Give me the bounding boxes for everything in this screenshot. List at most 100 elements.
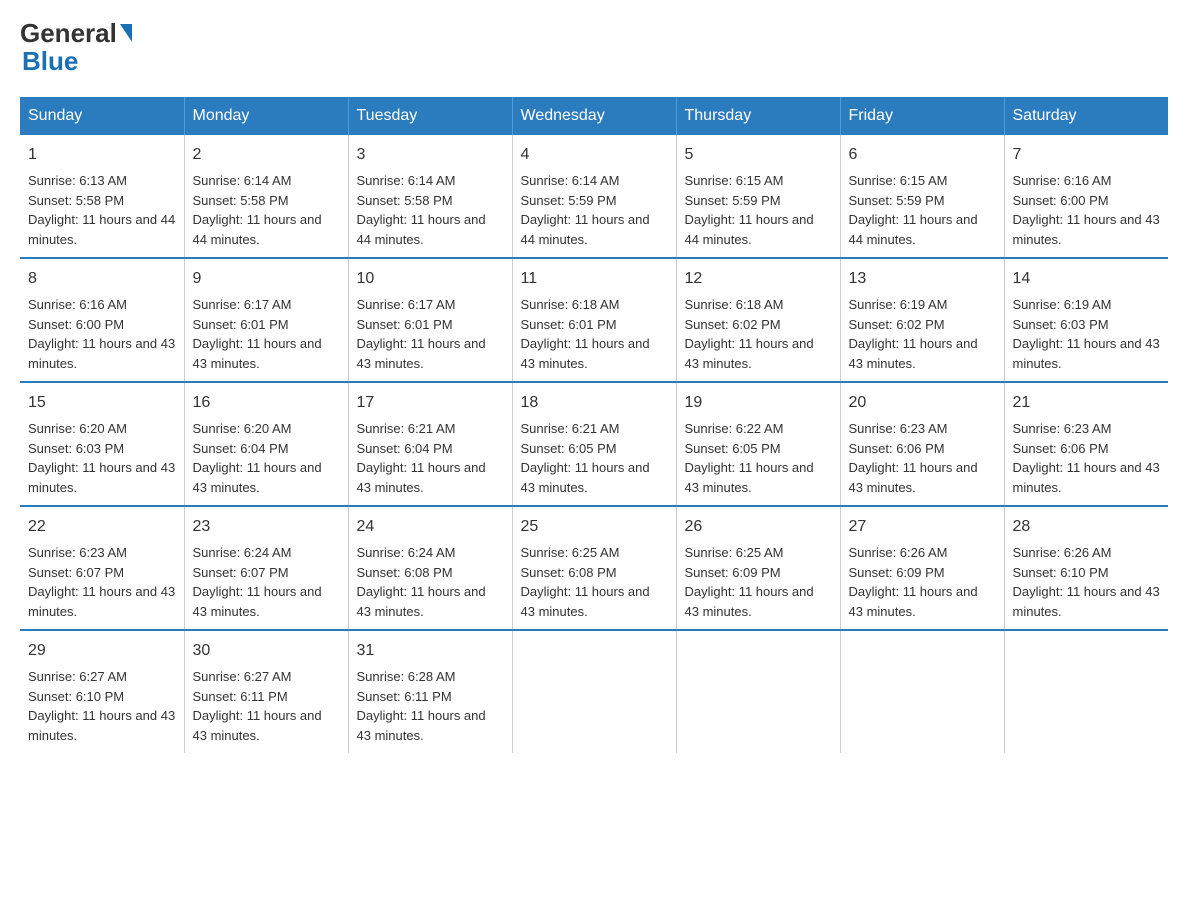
day-number: 11: [521, 267, 668, 291]
sunset-info: Sunset: 5:58 PM: [357, 193, 453, 208]
sunrise-info: Sunrise: 6:14 AM: [521, 173, 620, 188]
column-header-tuesday: Tuesday: [348, 97, 512, 135]
logo-general-text: General: [20, 20, 117, 46]
column-header-thursday: Thursday: [676, 97, 840, 135]
day-number: 17: [357, 391, 504, 415]
sunrise-info: Sunrise: 6:23 AM: [849, 421, 948, 436]
day-number: 27: [849, 515, 996, 539]
sunrise-info: Sunrise: 6:16 AM: [28, 297, 127, 312]
calendar-cell: 2Sunrise: 6:14 AMSunset: 5:58 PMDaylight…: [184, 135, 348, 258]
day-number: 26: [685, 515, 832, 539]
sunset-info: Sunset: 6:01 PM: [193, 317, 289, 332]
daylight-info: Daylight: 11 hours and 44 minutes.: [357, 212, 486, 247]
daylight-info: Daylight: 11 hours and 43 minutes.: [28, 708, 175, 743]
week-row-3: 15Sunrise: 6:20 AMSunset: 6:03 PMDayligh…: [20, 382, 1168, 506]
calendar-cell: 9Sunrise: 6:17 AMSunset: 6:01 PMDaylight…: [184, 258, 348, 382]
day-number: 13: [849, 267, 996, 291]
sunrise-info: Sunrise: 6:15 AM: [685, 173, 784, 188]
sunset-info: Sunset: 5:59 PM: [521, 193, 617, 208]
sunset-info: Sunset: 6:08 PM: [357, 565, 453, 580]
daylight-info: Daylight: 11 hours and 43 minutes.: [521, 336, 650, 371]
sunrise-info: Sunrise: 6:14 AM: [193, 173, 292, 188]
sunrise-info: Sunrise: 6:27 AM: [193, 669, 292, 684]
daylight-info: Daylight: 11 hours and 43 minutes.: [849, 336, 978, 371]
daylight-info: Daylight: 11 hours and 43 minutes.: [357, 460, 486, 495]
day-number: 22: [28, 515, 176, 539]
sunset-info: Sunset: 6:02 PM: [849, 317, 945, 332]
calendar-cell: 27Sunrise: 6:26 AMSunset: 6:09 PMDayligh…: [840, 506, 1004, 630]
calendar-cell: [512, 630, 676, 753]
sunset-info: Sunset: 6:06 PM: [849, 441, 945, 456]
calendar-cell: 26Sunrise: 6:25 AMSunset: 6:09 PMDayligh…: [676, 506, 840, 630]
calendar-cell: [840, 630, 1004, 753]
sunrise-info: Sunrise: 6:21 AM: [357, 421, 456, 436]
page-header: General Blue: [20, 20, 1168, 77]
sunset-info: Sunset: 6:08 PM: [521, 565, 617, 580]
calendar-cell: 11Sunrise: 6:18 AMSunset: 6:01 PMDayligh…: [512, 258, 676, 382]
calendar-cell: 22Sunrise: 6:23 AMSunset: 6:07 PMDayligh…: [20, 506, 184, 630]
day-number: 1: [28, 143, 176, 167]
daylight-info: Daylight: 11 hours and 44 minutes.: [685, 212, 814, 247]
sunset-info: Sunset: 6:07 PM: [193, 565, 289, 580]
calendar-cell: 3Sunrise: 6:14 AMSunset: 5:58 PMDaylight…: [348, 135, 512, 258]
calendar-cell: 19Sunrise: 6:22 AMSunset: 6:05 PMDayligh…: [676, 382, 840, 506]
daylight-info: Daylight: 11 hours and 44 minutes.: [849, 212, 978, 247]
day-number: 25: [521, 515, 668, 539]
day-number: 19: [685, 391, 832, 415]
sunset-info: Sunset: 6:06 PM: [1013, 441, 1109, 456]
daylight-info: Daylight: 11 hours and 44 minutes.: [28, 212, 175, 247]
daylight-info: Daylight: 11 hours and 43 minutes.: [685, 336, 814, 371]
calendar-cell: 16Sunrise: 6:20 AMSunset: 6:04 PMDayligh…: [184, 382, 348, 506]
sunrise-info: Sunrise: 6:19 AM: [1013, 297, 1112, 312]
daylight-info: Daylight: 11 hours and 43 minutes.: [193, 336, 322, 371]
daylight-info: Daylight: 11 hours and 44 minutes.: [193, 212, 322, 247]
day-number: 12: [685, 267, 832, 291]
sunrise-info: Sunrise: 6:25 AM: [685, 545, 784, 560]
sunset-info: Sunset: 6:02 PM: [685, 317, 781, 332]
sunset-info: Sunset: 6:09 PM: [685, 565, 781, 580]
calendar-cell: 28Sunrise: 6:26 AMSunset: 6:10 PMDayligh…: [1004, 506, 1168, 630]
daylight-info: Daylight: 11 hours and 43 minutes.: [193, 460, 322, 495]
day-number: 3: [357, 143, 504, 167]
sunrise-info: Sunrise: 6:23 AM: [1013, 421, 1112, 436]
daylight-info: Daylight: 11 hours and 43 minutes.: [193, 584, 322, 619]
calendar-cell: 25Sunrise: 6:25 AMSunset: 6:08 PMDayligh…: [512, 506, 676, 630]
daylight-info: Daylight: 11 hours and 43 minutes.: [685, 460, 814, 495]
sunset-info: Sunset: 6:00 PM: [1013, 193, 1109, 208]
sunset-info: Sunset: 5:58 PM: [28, 193, 124, 208]
sunrise-info: Sunrise: 6:27 AM: [28, 669, 127, 684]
calendar-cell: 7Sunrise: 6:16 AMSunset: 6:00 PMDaylight…: [1004, 135, 1168, 258]
calendar-header: SundayMondayTuesdayWednesdayThursdayFrid…: [20, 97, 1168, 135]
calendar-cell: 20Sunrise: 6:23 AMSunset: 6:06 PMDayligh…: [840, 382, 1004, 506]
daylight-info: Daylight: 11 hours and 43 minutes.: [1013, 460, 1160, 495]
week-row-2: 8Sunrise: 6:16 AMSunset: 6:00 PMDaylight…: [20, 258, 1168, 382]
sunrise-info: Sunrise: 6:28 AM: [357, 669, 456, 684]
calendar-cell: 17Sunrise: 6:21 AMSunset: 6:04 PMDayligh…: [348, 382, 512, 506]
logo-arrow-icon: [120, 24, 132, 42]
calendar-cell: 12Sunrise: 6:18 AMSunset: 6:02 PMDayligh…: [676, 258, 840, 382]
day-number: 31: [357, 639, 504, 663]
sunset-info: Sunset: 6:05 PM: [521, 441, 617, 456]
day-number: 21: [1013, 391, 1161, 415]
calendar-cell: 31Sunrise: 6:28 AMSunset: 6:11 PMDayligh…: [348, 630, 512, 753]
day-number: 18: [521, 391, 668, 415]
sunset-info: Sunset: 6:11 PM: [357, 689, 452, 704]
calendar-cell: 29Sunrise: 6:27 AMSunset: 6:10 PMDayligh…: [20, 630, 184, 753]
day-number: 14: [1013, 267, 1161, 291]
column-header-saturday: Saturday: [1004, 97, 1168, 135]
calendar-table: SundayMondayTuesdayWednesdayThursdayFrid…: [20, 97, 1168, 753]
sunrise-info: Sunrise: 6:17 AM: [357, 297, 456, 312]
daylight-info: Daylight: 11 hours and 43 minutes.: [28, 336, 175, 371]
day-number: 20: [849, 391, 996, 415]
logo-blue-text: Blue: [22, 46, 78, 77]
sunrise-info: Sunrise: 6:15 AM: [849, 173, 948, 188]
calendar-body: 1Sunrise: 6:13 AMSunset: 5:58 PMDaylight…: [20, 135, 1168, 753]
sunset-info: Sunset: 6:09 PM: [849, 565, 945, 580]
sunset-info: Sunset: 5:59 PM: [849, 193, 945, 208]
daylight-info: Daylight: 11 hours and 44 minutes.: [521, 212, 650, 247]
sunrise-info: Sunrise: 6:23 AM: [28, 545, 127, 560]
day-number: 16: [193, 391, 340, 415]
daylight-info: Daylight: 11 hours and 43 minutes.: [1013, 212, 1160, 247]
calendar-cell: 14Sunrise: 6:19 AMSunset: 6:03 PMDayligh…: [1004, 258, 1168, 382]
sunrise-info: Sunrise: 6:26 AM: [849, 545, 948, 560]
